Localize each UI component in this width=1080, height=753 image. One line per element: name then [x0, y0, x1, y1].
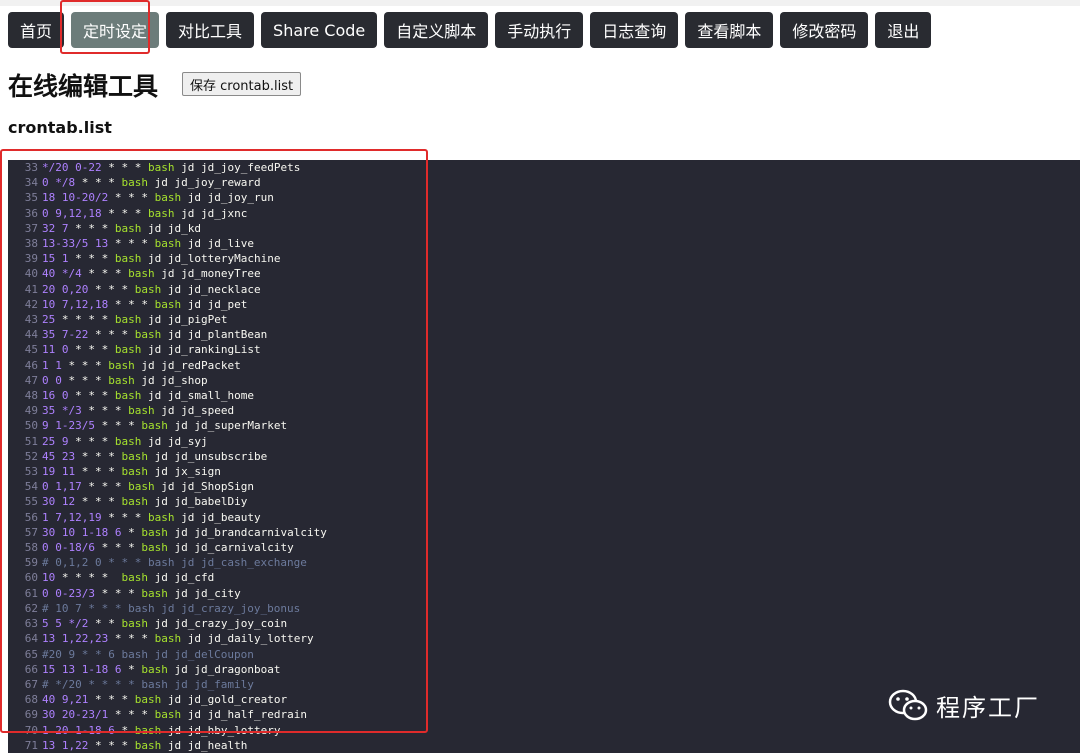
watermark: 程序工厂: [888, 688, 1040, 723]
line-number: 71: [24, 738, 38, 752]
nav-button-4[interactable]: 自定义脚本: [384, 12, 489, 48]
nav-button-8[interactable]: 修改密码: [780, 12, 869, 48]
highlight-box-editor: [0, 149, 428, 733]
nav-button-5[interactable]: 手动执行: [495, 12, 584, 48]
line-code: 13 1,22 * * * bash jd jd_health: [42, 738, 248, 752]
wechat-icon: [888, 689, 928, 720]
nav-button-3[interactable]: Share Code: [261, 12, 378, 48]
nav-button-6[interactable]: 日志查询: [590, 12, 679, 48]
nav-button-2[interactable]: 对比工具: [166, 12, 255, 48]
watermark-text: 程序工厂: [936, 694, 1040, 722]
code-line: 71 13 1,22 * * * bash jd jd_health: [8, 738, 327, 753]
save-crontab-button[interactable]: 保存 crontab.list: [182, 72, 302, 96]
nav-button-0[interactable]: 首页: [8, 12, 65, 48]
nav-button-9[interactable]: 退出: [875, 12, 932, 48]
file-label: crontab.list: [8, 118, 112, 137]
top-edge: [0, 0, 1080, 6]
highlight-box-nav: [60, 0, 150, 54]
nav-button-7[interactable]: 查看脚本: [685, 12, 774, 48]
page-title: 在线编辑工具: [8, 72, 159, 101]
